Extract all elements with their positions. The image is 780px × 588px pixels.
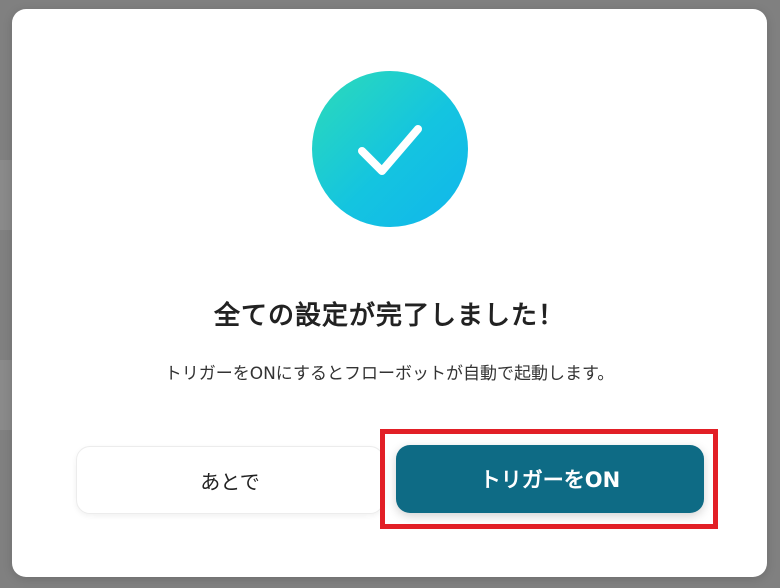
later-button[interactable]: あとで (76, 446, 384, 514)
check-circle-icon (312, 71, 468, 227)
trigger-on-button[interactable]: トリガーをON (396, 445, 704, 513)
completion-dialog: 全ての設定が完了しました！ トリガーをONにするとフローボットが自動で起動します… (12, 9, 767, 577)
dialog-title: 全ての設定が完了しました！ (213, 301, 565, 331)
checkmark-icon (358, 125, 422, 175)
dialog-message: トリガーをONにするとフローボットが自動で起動します。 (164, 364, 615, 384)
